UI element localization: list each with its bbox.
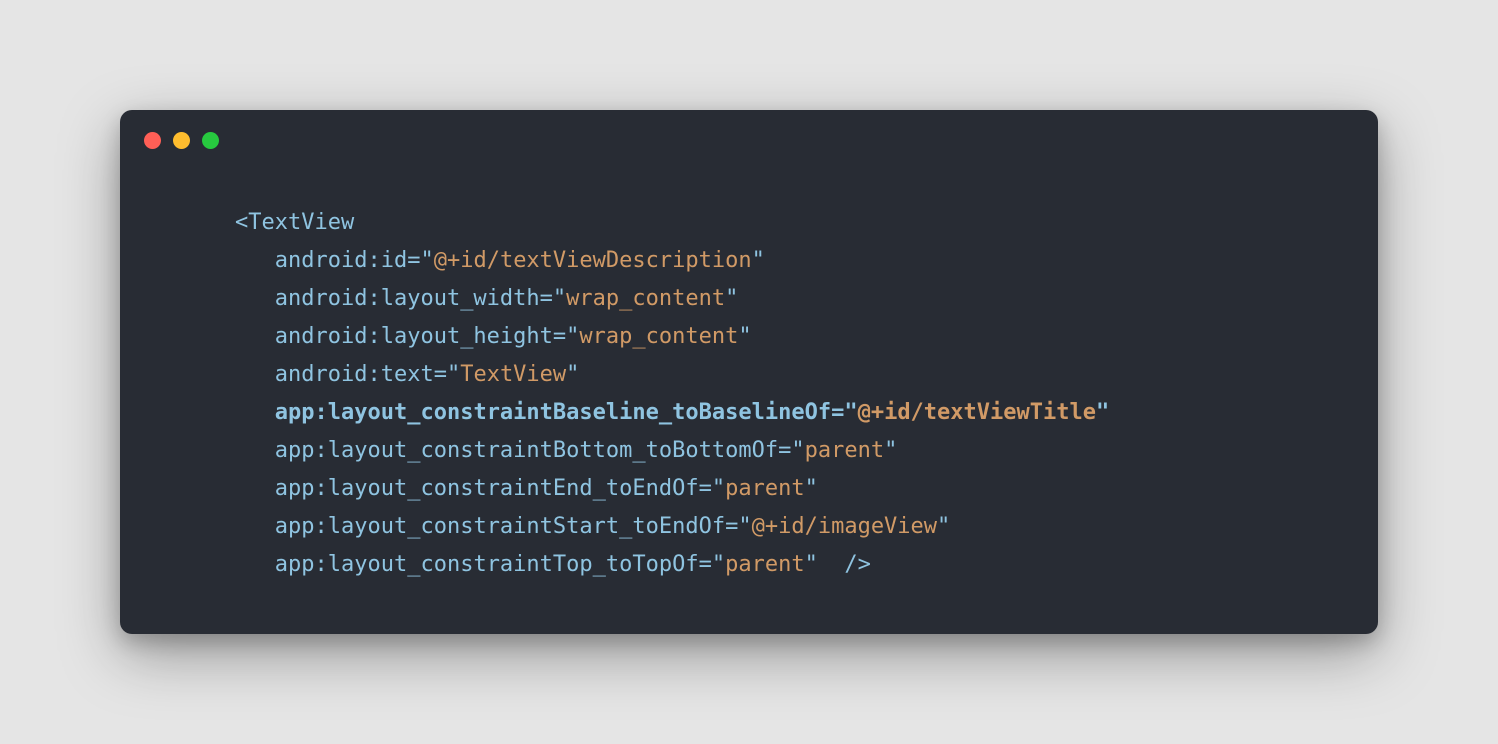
quote-close: " — [884, 438, 897, 463]
minimize-icon[interactable] — [173, 132, 190, 149]
attr-name: layout_constraintTop_toTopOf — [328, 552, 699, 577]
attr-namespace: app — [275, 514, 315, 539]
attr-name: text — [381, 362, 434, 387]
attr-value: parent — [805, 438, 884, 463]
quote-open: " — [420, 248, 433, 273]
quote-close: " — [738, 324, 751, 349]
colon: : — [315, 552, 328, 577]
attr-namespace: app — [275, 438, 315, 463]
colon: : — [315, 438, 328, 463]
quote-close: " — [752, 248, 765, 273]
close-icon[interactable] — [144, 132, 161, 149]
attr-value: parent — [725, 476, 804, 501]
equals: = — [725, 514, 738, 539]
attr-value: wrap_content — [566, 286, 725, 311]
equals: = — [699, 476, 712, 501]
attr-namespace: android — [275, 324, 368, 349]
attr-name: layout_constraintBaseline_toBaselineOf — [328, 400, 831, 425]
colon: : — [315, 514, 328, 539]
colon: : — [367, 362, 380, 387]
attr-value: wrap_content — [579, 324, 738, 349]
quote-open: " — [712, 552, 725, 577]
quote-close: " — [566, 362, 579, 387]
attr-namespace: android — [275, 248, 368, 273]
attr-name: layout_constraintBottom_toBottomOf — [328, 438, 778, 463]
quote-open: " — [844, 400, 857, 425]
attr-namespace: app — [275, 476, 315, 501]
attr-namespace: android — [275, 286, 368, 311]
attr-name: id — [381, 248, 408, 273]
attr-value: parent — [725, 552, 804, 577]
attr-name: layout_width — [381, 286, 540, 311]
code-block: <TextView android:id="@+id/textViewDescr… — [120, 149, 1378, 594]
xml-open-tag: <TextView — [235, 210, 354, 235]
equals: = — [407, 248, 420, 273]
quote-open: " — [447, 362, 460, 387]
equals: = — [699, 552, 712, 577]
attr-value: @+id/imageView — [752, 514, 937, 539]
quote-close: " — [805, 552, 818, 577]
window-titlebar — [120, 110, 1378, 149]
colon: : — [315, 400, 328, 425]
quote-close: " — [725, 286, 738, 311]
attr-name: layout_height — [381, 324, 553, 349]
attr-name: layout_constraintStart_toEndOf — [328, 514, 725, 539]
quote-open: " — [553, 286, 566, 311]
quote-close: " — [805, 476, 818, 501]
attr-namespace: android — [275, 362, 368, 387]
attr-namespace: app — [275, 552, 315, 577]
attr-value: @+id/textViewTitle — [858, 400, 1096, 425]
quote-open: " — [738, 514, 751, 539]
attr-value: TextView — [460, 362, 566, 387]
quote-open: " — [712, 476, 725, 501]
quote-open: " — [566, 324, 579, 349]
attr-value: @+id/textViewDescription — [434, 248, 752, 273]
attr-namespace: app — [275, 400, 315, 425]
equals: = — [831, 400, 844, 425]
code-window: <TextView android:id="@+id/textViewDescr… — [120, 110, 1378, 634]
colon: : — [367, 286, 380, 311]
maximize-icon[interactable] — [202, 132, 219, 149]
attr-name: layout_constraintEnd_toEndOf — [328, 476, 699, 501]
colon: : — [315, 476, 328, 501]
quote-close: " — [937, 514, 950, 539]
colon: : — [367, 248, 380, 273]
equals: = — [434, 362, 447, 387]
colon: : — [367, 324, 380, 349]
xml-close-tag: /> — [844, 552, 871, 577]
quote-close: " — [1096, 400, 1109, 425]
equals: = — [540, 286, 553, 311]
equals: = — [553, 324, 566, 349]
quote-open: " — [791, 438, 804, 463]
equals: = — [778, 438, 791, 463]
